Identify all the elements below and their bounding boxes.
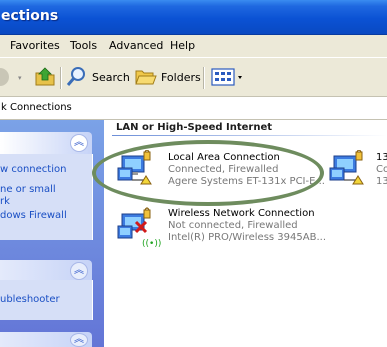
collapse-chevron-icon[interactable]: ︽ xyxy=(70,333,88,347)
forward-button[interactable] xyxy=(0,68,12,86)
connection-name: 13 xyxy=(376,152,387,163)
network-tasks-panel: w connection ne or small rk dows Firewal… xyxy=(0,154,93,240)
connection-status: Co xyxy=(376,164,387,175)
group-divider xyxy=(112,135,387,136)
search-icon xyxy=(66,67,85,86)
toolbar-separator xyxy=(60,67,62,89)
address-text: k Connections xyxy=(1,102,72,113)
connection-device: 13 xyxy=(376,176,387,187)
folders-label: Folders xyxy=(161,71,201,84)
search-label: Search xyxy=(92,71,130,84)
forward-arrow-icon xyxy=(0,68,9,86)
other-places-header[interactable]: ︽ xyxy=(0,332,92,347)
window-title: ections xyxy=(1,8,59,24)
task-setup-home-network[interactable]: ne or small xyxy=(0,184,56,195)
title-bar: ections xyxy=(0,0,387,35)
up-folder-button[interactable] xyxy=(34,65,56,90)
network-tasks-header[interactable]: ︽ xyxy=(0,132,92,154)
views-icon xyxy=(211,68,242,86)
group-header: LAN or High-Speed Internet xyxy=(116,122,273,133)
svg-text:((•)): ((•)) xyxy=(142,239,161,249)
see-also-panel: ubleshooter xyxy=(0,280,93,320)
collapse-chevron-icon[interactable]: ︽ xyxy=(70,262,88,280)
connection-name: Wireless Network Connection xyxy=(168,208,315,219)
toolbar: ▾ Search Folders xyxy=(0,58,387,97)
highlight-ellipse xyxy=(92,140,324,206)
connection-item[interactable]: ((•)) Wireless Network Connection Not co… xyxy=(116,206,326,249)
menu-help[interactable]: Help xyxy=(170,39,195,52)
see-also-header[interactable]: ︽ xyxy=(0,260,92,280)
connection-device: Intel(R) PRO/Wireless 3945AB... xyxy=(168,232,326,243)
folders-icon xyxy=(135,70,157,85)
menu-tools[interactable]: Tools xyxy=(70,39,97,52)
views-button[interactable] xyxy=(211,67,245,90)
wireless-connection-icon: ((•)) xyxy=(117,207,161,249)
up-folder-icon xyxy=(35,67,55,86)
network-connection-icon xyxy=(329,150,364,185)
collapse-chevron-icon[interactable]: ︽ xyxy=(70,134,88,152)
task-create-connection[interactable]: w connection xyxy=(0,164,66,175)
menu-favorites[interactable]: Favorites xyxy=(10,39,60,52)
task-setup-home-network-cont[interactable]: rk xyxy=(0,196,10,207)
task-pane: ︽ w connection ne or small rk dows Firew… xyxy=(0,120,104,347)
menu-advanced[interactable]: Advanced xyxy=(109,39,163,52)
address-bar[interactable]: k Connections xyxy=(0,97,387,120)
task-troubleshooter[interactable]: ubleshooter xyxy=(0,294,60,305)
connection-status: Not connected, Firewalled xyxy=(168,220,298,231)
connection-item[interactable]: 13 Co 13 xyxy=(328,150,387,190)
task-change-firewall[interactable]: dows Firewall xyxy=(0,210,67,221)
dropdown-icon[interactable]: ▾ xyxy=(18,74,22,82)
toolbar-separator xyxy=(203,67,205,89)
menu-bar: Favorites Tools Advanced Help xyxy=(0,35,387,58)
